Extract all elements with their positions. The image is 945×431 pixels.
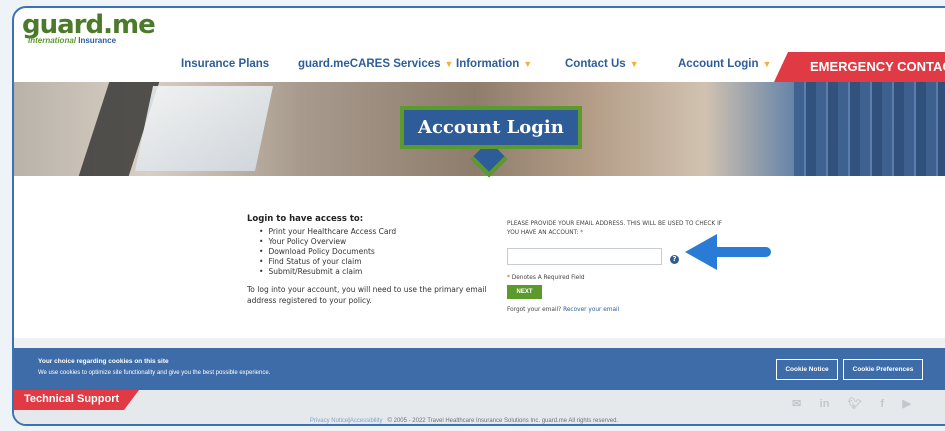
nav-information-label: Information xyxy=(456,58,520,70)
nav-insurance-plans-label: Insurance Plans xyxy=(181,58,270,70)
email-input[interactable] xyxy=(507,248,662,265)
guardme-logo[interactable]: guard.me International Insurance xyxy=(22,10,156,45)
login-benefits-heading: Login to have access to: xyxy=(247,214,364,224)
hero-image-shirt xyxy=(794,82,945,176)
privacy-notice-link[interactable]: Privacy Notice xyxy=(310,418,348,424)
list-item: Find Status of your claim xyxy=(259,257,497,267)
hero-image-laptop-screen xyxy=(134,86,274,171)
page-title: Account Login xyxy=(418,117,564,138)
chevron-down-icon: ▼ xyxy=(629,59,639,69)
logo-tagline-insurance: Insurance xyxy=(78,36,117,45)
linkedin-icon[interactable]: in xyxy=(820,398,830,410)
logo-wordmark: guard.me xyxy=(22,10,156,40)
nav-information[interactable]: Information ▼ xyxy=(456,58,532,70)
chevron-down-icon: ▼ xyxy=(444,59,454,69)
list-item: Submit/Resubmit a claim xyxy=(259,267,497,277)
forgot-email: Forgot your email? Recover your email xyxy=(507,307,727,313)
emergency-contact-button[interactable]: EMERGENCY CONTACT xyxy=(774,52,945,82)
nav-contact-us-label: Contact Us xyxy=(565,58,626,70)
login-benefits: Login to have access to: Print your Heal… xyxy=(247,214,497,306)
nav-account-login[interactable]: Account Login ▼ xyxy=(678,58,771,70)
recover-email-link[interactable]: Recover your email xyxy=(563,307,619,313)
footer-legal: Privacy Notice|Accessibility © 2005 - 20… xyxy=(14,416,945,424)
login-note: To log into your account, you will need … xyxy=(247,285,487,305)
social-links: ✉ in 🐦︎ f ▶ xyxy=(792,394,925,412)
required-note-text: Denotes A Required Field xyxy=(511,275,585,281)
nav-guardmecares-services[interactable]: guard.meCARES Services ▼ xyxy=(298,58,453,70)
cookie-banner-title: Your choice regarding cookies on this si… xyxy=(38,358,169,365)
nav-contact-us[interactable]: Contact Us ▼ xyxy=(565,58,639,70)
login-benefits-list: Print your Healthcare Access Card Your P… xyxy=(259,227,497,277)
required-note: * Denotes A Required Field xyxy=(507,275,727,281)
cookie-banner: Your choice regarding cookies on this si… xyxy=(14,348,945,390)
email-icon[interactable]: ✉ xyxy=(792,397,801,410)
list-item: Download Policy Documents xyxy=(259,247,497,257)
logo-tagline-intl: International xyxy=(28,36,77,45)
youtube-icon[interactable]: ▶ xyxy=(902,397,910,410)
nav-account-login-label: Account Login xyxy=(678,58,759,70)
cookie-preferences-button[interactable]: Cookie Preferences xyxy=(843,359,923,380)
nav-insurance-plans[interactable]: Insurance Plans xyxy=(181,58,269,70)
nav-guardmecares-label: guard.meCARES Services xyxy=(298,58,441,70)
facebook-icon[interactable]: f xyxy=(880,398,884,410)
browser-frame: guard.me International Insurance Insuran… xyxy=(12,6,945,426)
cookie-notice-button[interactable]: Cookie Notice xyxy=(776,359,838,380)
main-nav: Insurance Plans guard.meCARES Services ▼ … xyxy=(14,52,945,82)
next-button[interactable]: NEXT xyxy=(507,285,542,299)
required-asterisk: * xyxy=(507,275,510,281)
copyright-text: © 2005 - 2022 Travel Healthcare Insuranc… xyxy=(387,418,619,424)
list-item: Print your Healthcare Access Card xyxy=(259,227,497,237)
accessibility-link[interactable]: Accessibility xyxy=(350,418,383,424)
required-asterisk: * xyxy=(580,230,584,236)
list-item: Your Policy Overview xyxy=(259,237,497,247)
twitter-icon[interactable]: 🐦︎ xyxy=(848,397,862,410)
page-title-banner: Account Login xyxy=(400,106,582,149)
question-circle-icon[interactable]: ? xyxy=(670,255,679,264)
content-divider xyxy=(14,338,945,348)
chevron-down-icon: ▼ xyxy=(762,59,772,69)
cookie-banner-text: We use cookies to optimize site function… xyxy=(38,370,271,376)
chevron-down-icon: ▼ xyxy=(523,59,533,69)
annotation-arrow-icon xyxy=(685,234,771,270)
forgot-email-text: Forgot your email? xyxy=(507,307,562,313)
technical-support-tab[interactable]: Technical Support xyxy=(14,390,139,410)
